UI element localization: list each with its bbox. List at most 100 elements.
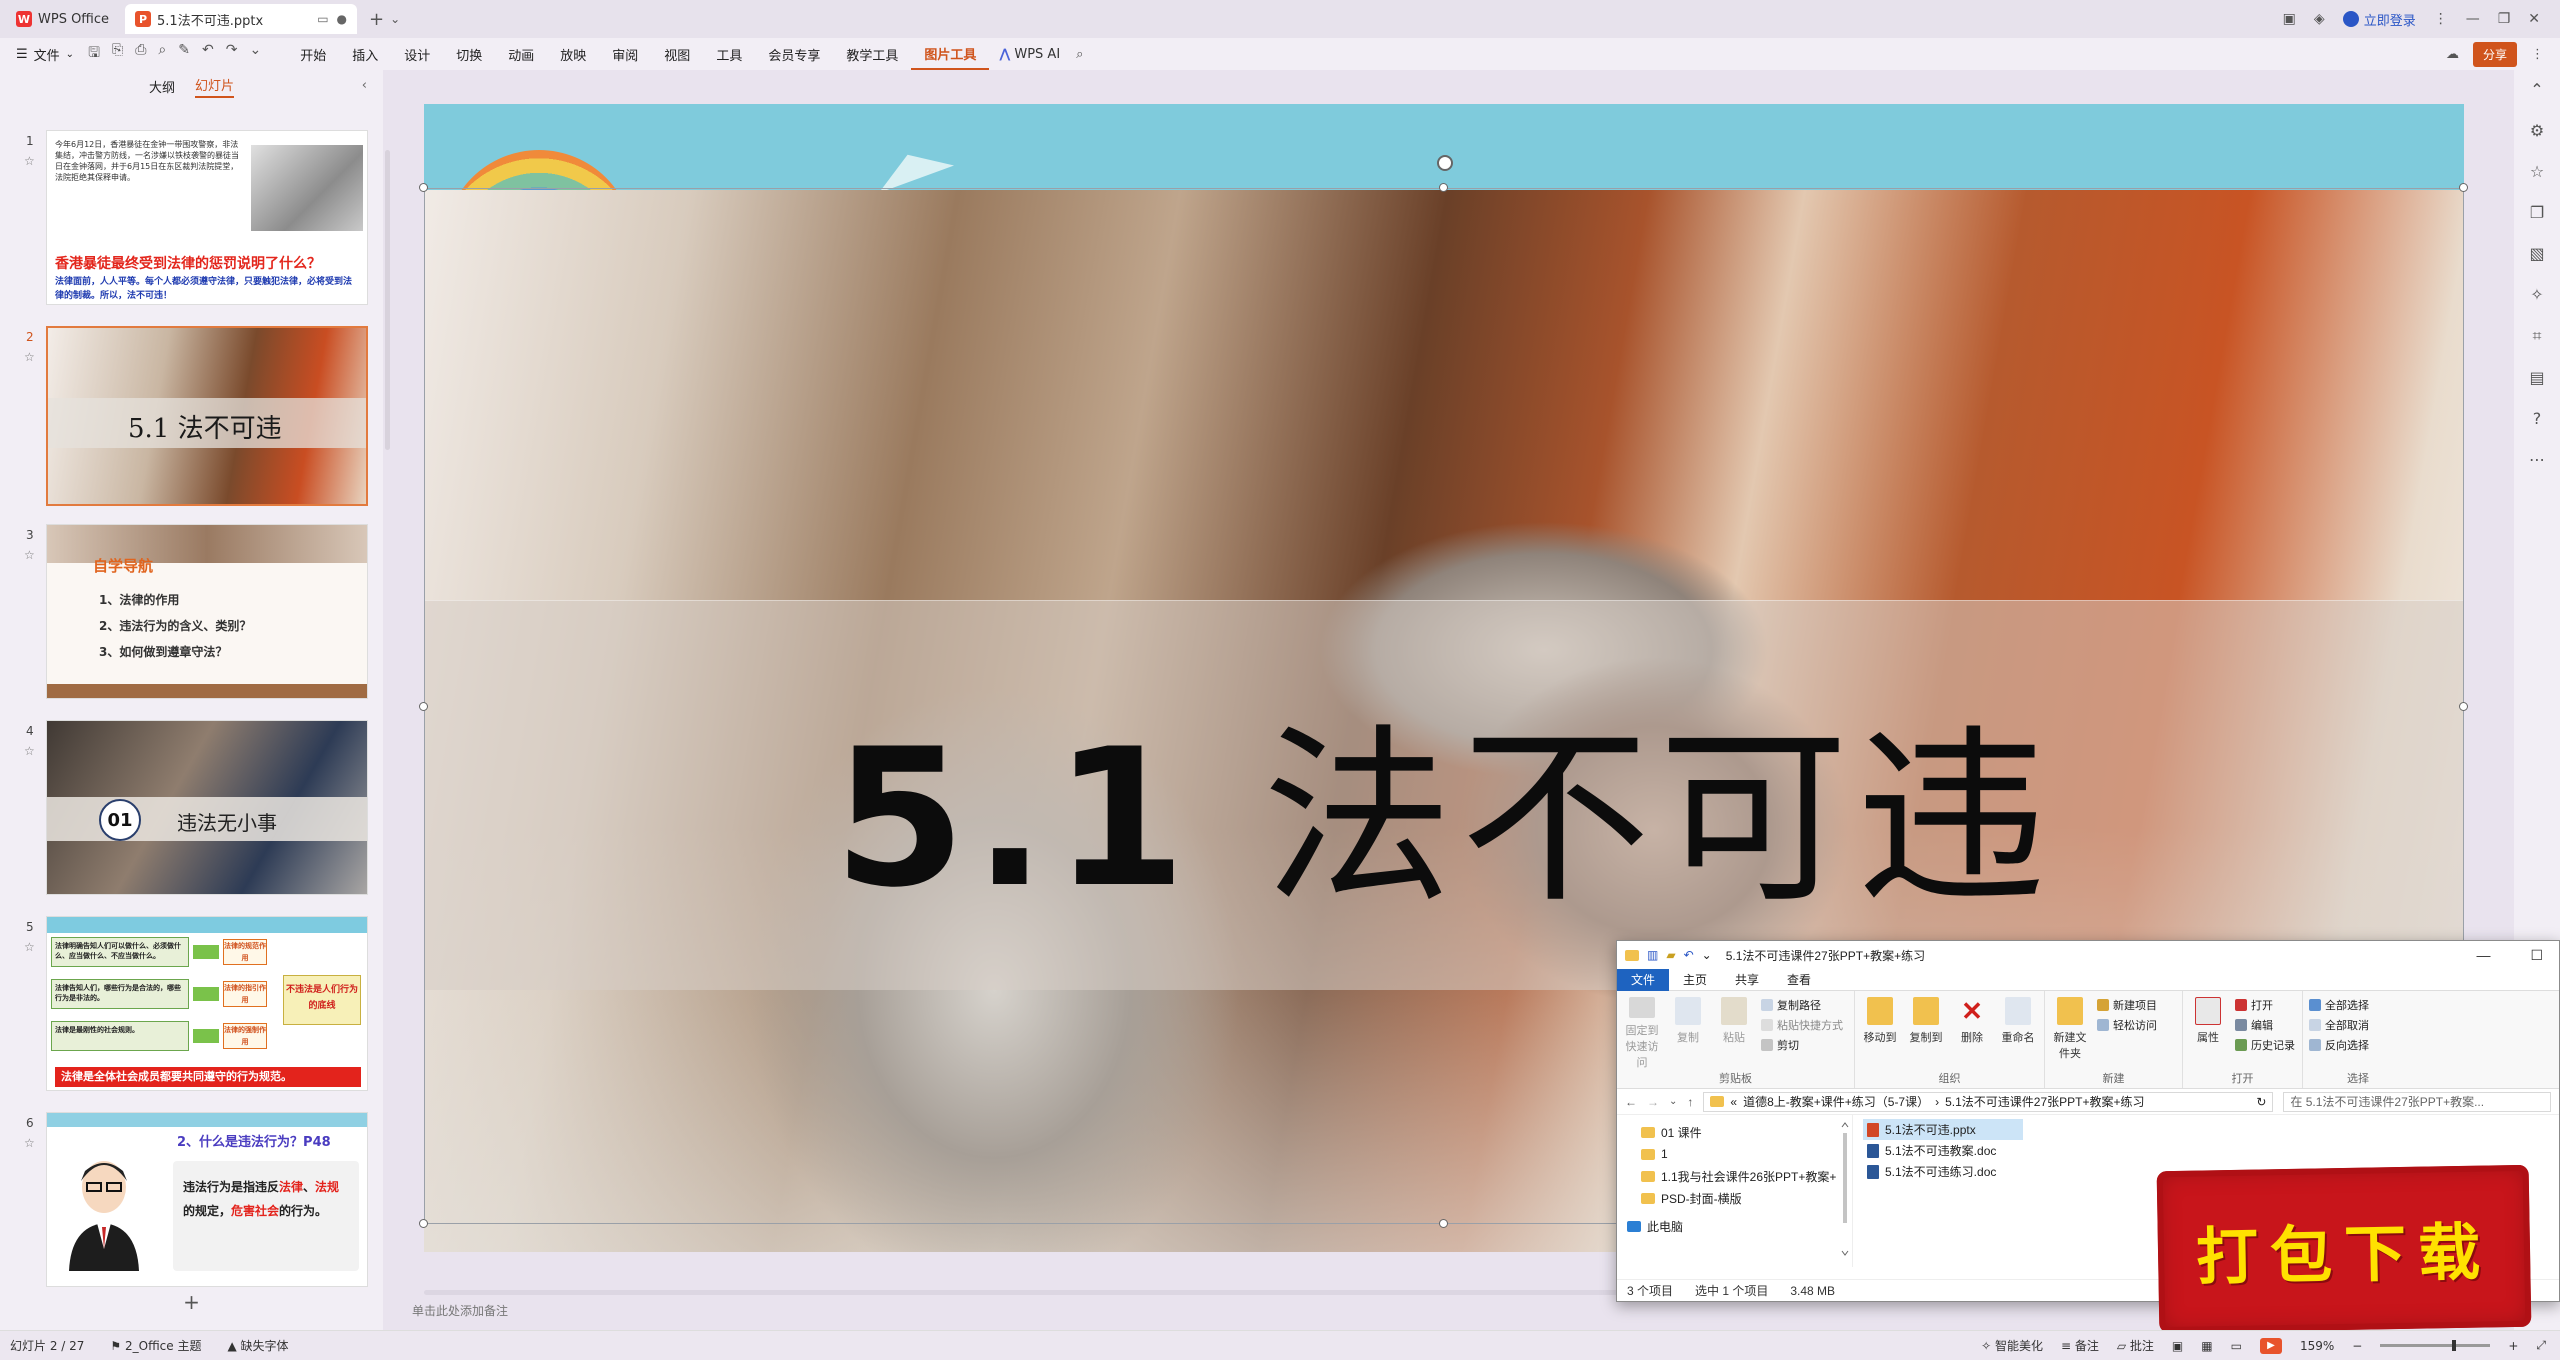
paste-shortcut-button[interactable]: 粘贴快捷方式 bbox=[1761, 1017, 1843, 1033]
tab-outline[interactable]: 大纲 bbox=[149, 77, 175, 96]
minimize-window-icon[interactable]: — bbox=[2466, 11, 2480, 27]
properties-quick-icon[interactable]: ▥ bbox=[1647, 948, 1658, 962]
open-button[interactable]: 打开 bbox=[2235, 997, 2295, 1013]
file-menu[interactable]: ☰ 文件 ⌄ bbox=[0, 45, 88, 64]
paste-button[interactable]: 粘贴 bbox=[1715, 997, 1753, 1070]
new-tab-button[interactable]: + bbox=[369, 9, 384, 30]
monitor-icon[interactable]: ▭ bbox=[317, 12, 328, 26]
history-button[interactable]: 历史记录 bbox=[2235, 1037, 2295, 1053]
zoom-out-icon[interactable]: − bbox=[2352, 1339, 2362, 1353]
layout-icon[interactable]: ▣ bbox=[2283, 11, 2296, 27]
ribbon-tab[interactable]: 开始 bbox=[287, 38, 339, 70]
ribbon-tab[interactable]: 会员专享 bbox=[755, 38, 833, 70]
ribbon-tab[interactable]: 放映 bbox=[547, 38, 599, 70]
easy-access-button[interactable]: 轻松访问 bbox=[2097, 1017, 2157, 1033]
restore-window-icon[interactable]: ❐ bbox=[2498, 11, 2511, 27]
wps-home-tab[interactable]: W WPS Office bbox=[6, 4, 119, 34]
zoom-level[interactable]: 159% bbox=[2300, 1339, 2334, 1353]
help-icon[interactable]: ? bbox=[2533, 409, 2542, 428]
explorer-tab[interactable]: 共享 bbox=[1721, 969, 1773, 991]
zoom-in-icon[interactable]: + bbox=[2508, 1339, 2518, 1353]
print-preview-icon[interactable]: ⌕ bbox=[158, 42, 166, 66]
ribbon-tab[interactable]: 审阅 bbox=[599, 38, 651, 70]
slide-thumbnail-5[interactable]: 法律明确告知人们可以做什么、必须做什么、应当做什么、不应当做什么。 法律告知人们… bbox=[46, 916, 368, 1091]
address-path[interactable]: « 道德8上-教案+课件+练习（5-7课） › 5.1法不可违课件27张PPT+… bbox=[1703, 1091, 2274, 1112]
cut-button[interactable]: 剪切 bbox=[1761, 1037, 1843, 1053]
edit-button[interactable]: 编辑 bbox=[2235, 1017, 2295, 1033]
resize-handle[interactable] bbox=[419, 183, 428, 192]
slide-thumbnail-3[interactable]: 自学导航 1、法律的作用 2、违法行为的含义、类别？ 3、如何做到遵章守法？ bbox=[46, 524, 368, 699]
comments-toggle-button[interactable]: ▱ 批注 bbox=[2117, 1337, 2154, 1354]
undo-quick-icon[interactable]: ↶ bbox=[1684, 948, 1694, 962]
nav-this-pc[interactable]: 此电脑 bbox=[1627, 1215, 1852, 1237]
properties-button[interactable]: 属性 bbox=[2189, 997, 2227, 1070]
copy-icon[interactable]: ❐ bbox=[2530, 203, 2544, 222]
undo-icon[interactable]: ↶ bbox=[202, 42, 214, 66]
explorer-tab[interactable]: 文件 bbox=[1617, 968, 1670, 991]
invert-selection-button[interactable]: 反向选择 bbox=[2309, 1037, 2369, 1053]
file-row[interactable]: 5.1法不可违练习.doc bbox=[1863, 1161, 2023, 1182]
reading-view-icon[interactable]: ▭ bbox=[2231, 1339, 2242, 1353]
move-to-button[interactable]: 移动到 bbox=[1861, 997, 1899, 1070]
slide-thumbnail-6[interactable]: 2、什么是违法行为？P48 违法行为是指违反法律、法规的规定，危害社会的行为。 bbox=[46, 1112, 368, 1287]
star-icon[interactable]: ☆ bbox=[24, 1136, 35, 1150]
resize-handle[interactable] bbox=[2459, 702, 2468, 711]
book-icon[interactable]: ▤ bbox=[2529, 368, 2544, 387]
new-folder-quick-icon[interactable]: ▰ bbox=[1666, 948, 1675, 962]
star-icon[interactable]: ☆ bbox=[24, 548, 35, 562]
delete-button[interactable]: ✕ 删除 bbox=[1953, 997, 1991, 1070]
new-item-button[interactable]: 新建项目 bbox=[2097, 997, 2157, 1013]
ribbon-tab[interactable]: 动画 bbox=[495, 38, 547, 70]
missing-font-indicator[interactable]: ▲ 缺失字体 bbox=[227, 1337, 288, 1354]
refresh-icon[interactable]: ↻ bbox=[2256, 1095, 2272, 1109]
recent-chevron-icon[interactable]: ⌄ bbox=[1669, 1096, 1677, 1107]
breadcrumb-2[interactable]: 5.1法不可违课件27张PPT+教案+练习 bbox=[1945, 1093, 2144, 1110]
document-tab[interactable]: P 5.1法不可违.pptx ▭ ● bbox=[125, 4, 358, 34]
beautify-button[interactable]: ✧ 智能美化 bbox=[1981, 1337, 2043, 1354]
explorer-tab[interactable]: 查看 bbox=[1773, 969, 1825, 991]
star-icon[interactable]: ☆ bbox=[24, 154, 35, 168]
minimize-window-icon[interactable]: — bbox=[2476, 947, 2490, 964]
slide-sorter-icon[interactable]: ▦ bbox=[2201, 1339, 2212, 1353]
magic-wand-icon[interactable]: ✧ bbox=[2530, 285, 2543, 304]
login-button[interactable]: 立即登录 bbox=[2342, 10, 2416, 29]
resize-handle[interactable] bbox=[1439, 1219, 1448, 1228]
cloud-sync-icon[interactable]: ☁ bbox=[2446, 47, 2459, 62]
copy-to-button[interactable]: 复制到 bbox=[1907, 997, 1945, 1070]
copy-button[interactable]: 复制 bbox=[1669, 997, 1707, 1070]
star-icon[interactable]: ☆ bbox=[24, 744, 35, 758]
pin-quick-access-button[interactable]: 固定到快速访问 bbox=[1623, 997, 1661, 1070]
tab-list-chevron-icon[interactable]: ⌄ bbox=[390, 12, 400, 26]
star-outline-icon[interactable]: ☆ bbox=[2530, 162, 2544, 181]
share-button[interactable]: 分享 bbox=[2472, 41, 2517, 67]
adjust-icon[interactable]: ⚙ bbox=[2530, 121, 2544, 140]
rotate-handle-icon[interactable] bbox=[1437, 155, 1453, 171]
print-icon[interactable]: ⎙ bbox=[135, 42, 146, 66]
slide-thumbnail-2[interactable]: 5.1 法不可违 bbox=[46, 326, 368, 506]
more-icon[interactable]: ⋮ bbox=[2434, 11, 2448, 27]
breadcrumb-root[interactable]: « bbox=[1730, 1095, 1737, 1109]
chevron-down-icon[interactable]: ⌄ bbox=[1702, 948, 1712, 962]
thumbnail-scrollbar[interactable] bbox=[385, 150, 390, 450]
ribbon-tab[interactable]: 图片工具 bbox=[911, 38, 990, 70]
more-options-icon[interactable]: ⋮ bbox=[2531, 47, 2544, 62]
maximize-window-icon[interactable]: ☐ bbox=[2530, 947, 2543, 964]
redo-icon[interactable]: ↷ bbox=[226, 42, 238, 66]
image-edit-icon[interactable]: ▧ bbox=[2529, 244, 2544, 263]
ribbon-tab[interactable]: 工具 bbox=[703, 38, 755, 70]
normal-view-icon[interactable]: ▣ bbox=[2172, 1339, 2183, 1353]
download-stamp-banner[interactable]: 打包下载 bbox=[2156, 1164, 2532, 1334]
rename-button[interactable]: 重命名 bbox=[1999, 997, 2037, 1070]
export-pdf-icon[interactable]: ⎘ bbox=[112, 42, 123, 66]
star-icon[interactable]: ☆ bbox=[24, 350, 35, 364]
more-tools-icon[interactable]: ⋯ bbox=[2529, 450, 2545, 469]
dot-icon[interactable]: ● bbox=[337, 12, 347, 26]
ribbon-tab[interactable]: 教学工具 bbox=[833, 38, 911, 70]
file-row[interactable]: 5.1法不可违.pptx bbox=[1863, 1119, 2023, 1140]
add-slide-button[interactable]: + bbox=[0, 1290, 383, 1314]
tab-slides[interactable]: 幻灯片 bbox=[195, 75, 235, 98]
breadcrumb-1[interactable]: 道德8上-教案+课件+练习（5-7课） bbox=[1743, 1093, 1929, 1110]
up-arrow-icon[interactable]: ↑ bbox=[1687, 1095, 1693, 1109]
search-icon[interactable]: ⌕ bbox=[1070, 47, 1083, 62]
nav-folder-item[interactable]: PSD-封面-横版 bbox=[1627, 1187, 1852, 1209]
